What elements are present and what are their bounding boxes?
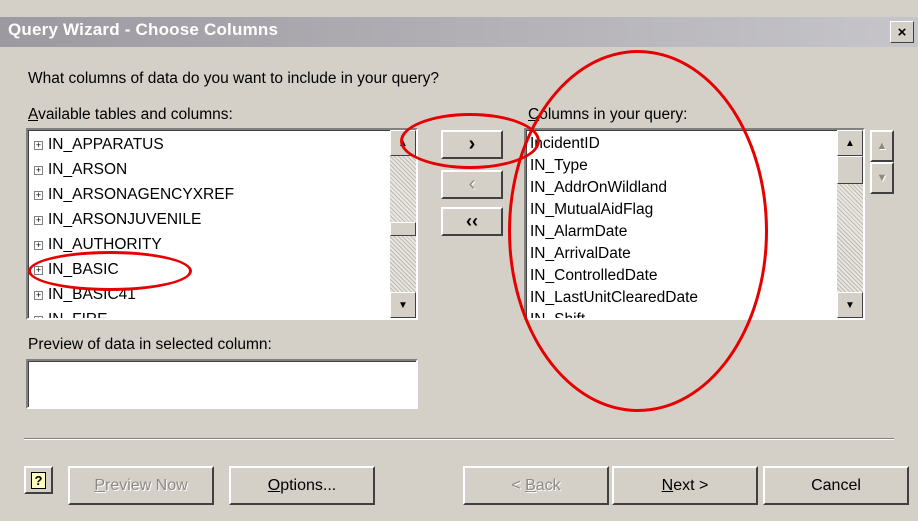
scroll-down-button[interactable]: ▼ <box>837 292 863 318</box>
available-table-label: IN_ARSONJUVENILE <box>48 211 202 228</box>
close-icon: × <box>897 23 907 41</box>
expand-icon[interactable]: + <box>34 166 43 175</box>
available-table-label: IN_ARSON <box>48 161 128 178</box>
help-button[interactable]: ? <box>24 466 53 494</box>
expand-icon[interactable]: + <box>34 266 43 275</box>
expand-icon[interactable]: + <box>34 141 43 150</box>
available-table-item[interactable]: + IN_FIRE <box>28 309 388 320</box>
back-arrow: < <box>511 476 526 494</box>
available-table-item[interactable]: + IN_BASIC <box>28 259 388 281</box>
available-table-label: IN_FIRE <box>48 311 108 320</box>
query-column-item[interactable]: IN_MutualAidFlag <box>530 200 653 220</box>
back-label: ack <box>535 476 561 494</box>
preview-now-label: review Now <box>104 476 188 494</box>
available-table-label: IN_APPARATUS <box>48 136 164 153</box>
available-table-label: IN_ARSONAGENCYXREF <box>48 186 235 203</box>
add-column-button[interactable]: › <box>441 130 503 159</box>
query-column-item[interactable]: IN_LastUnitClearedDate <box>530 288 698 308</box>
available-tables-list[interactable]: + IN_APPARATUS + IN_ARSON + IN_ARSONAGENCYXRE… <box>26 128 418 320</box>
available-table-item[interactable]: + IN_ARSONAGENCYXREF <box>28 184 388 206</box>
available-label-text: vailable tables and columns: <box>38 106 233 123</box>
scroll-down-icon: ▼ <box>398 299 408 311</box>
selected-label-accel: C <box>528 106 540 123</box>
move-down-button[interactable]: ▼ <box>870 162 894 194</box>
available-table-label: IN_AUTHORITY <box>48 236 162 253</box>
move-up-button[interactable]: ▲ <box>870 130 894 162</box>
available-table-item[interactable]: + IN_APPARATUS <box>28 134 388 156</box>
next-button[interactable]: Next > <box>612 466 758 505</box>
back-accel: B <box>525 476 536 494</box>
available-label: Available tables and columns: <box>28 106 233 124</box>
scroll-up-icon: ▲ <box>398 137 408 149</box>
move-down-icon: ▼ <box>876 172 888 184</box>
expand-icon[interactable]: + <box>34 291 43 300</box>
query-column-item[interactable]: IN_ArrivalDate <box>530 244 631 264</box>
scroll-down-icon: ▼ <box>845 299 855 311</box>
remove-all-button[interactable]: ‹‹ <box>441 207 503 236</box>
query-column-item[interactable]: IN_ControlledDate <box>530 266 658 286</box>
query-scrollbar[interactable]: ▲ ▼ <box>837 130 863 318</box>
available-table-label: IN_BASIC41 <box>48 286 136 303</box>
move-up-icon: ▲ <box>876 140 888 152</box>
scroll-thumb[interactable] <box>390 222 416 236</box>
query-column-item[interactable]: IN_Type <box>530 156 588 176</box>
divider <box>24 438 894 440</box>
options-accel: O <box>267 476 281 494</box>
remove-all-icon: ‹‹ <box>466 211 478 231</box>
scroll-thumb[interactable] <box>837 156 863 184</box>
query-column-item[interactable]: IN_AlarmDate <box>530 222 627 242</box>
add-arrow-icon: › <box>468 133 476 155</box>
expand-icon[interactable]: + <box>34 216 43 225</box>
window-title: Query Wizard - Choose Columns <box>8 20 279 39</box>
close-button[interactable]: × <box>890 21 914 43</box>
available-table-item[interactable]: + IN_BASIC41 <box>28 284 388 306</box>
available-table-label: IN_BASIC <box>48 261 119 278</box>
available-table-item[interactable]: + IN_ARSONJUVENILE <box>28 209 388 231</box>
available-table-item[interactable]: + IN_ARSON <box>28 159 388 181</box>
preview-label: Preview of data in selected column: <box>28 336 272 353</box>
expand-icon[interactable]: + <box>34 241 43 250</box>
scroll-up-button[interactable]: ▲ <box>837 130 863 156</box>
options-label: ptions... <box>280 476 337 494</box>
available-label-accel: A <box>28 106 39 123</box>
next-label: ext > <box>673 476 709 494</box>
query-column-item[interactable]: IncidentID <box>530 134 600 154</box>
back-button[interactable]: < Back <box>463 466 609 505</box>
scroll-up-button[interactable]: ▲ <box>390 130 416 156</box>
remove-arrow-icon: ‹ <box>468 173 476 195</box>
next-accel: N <box>661 476 674 494</box>
cancel-label: Cancel <box>811 476 861 494</box>
help-icon: ? <box>30 471 47 489</box>
selected-label: Columns in your query: <box>528 106 687 124</box>
available-table-item[interactable]: + IN_AUTHORITY <box>28 234 388 256</box>
cancel-button[interactable]: Cancel <box>763 466 909 505</box>
query-column-item[interactable]: IN_Shift <box>530 310 585 318</box>
title-bar: Query Wizard - Choose Columns × <box>0 17 918 47</box>
available-scrollbar[interactable]: ▲ ▼ <box>390 130 416 318</box>
prompt-text: What columns of data do you want to incl… <box>28 70 439 87</box>
remove-column-button[interactable]: ‹ <box>441 170 503 199</box>
expand-icon[interactable]: + <box>34 191 43 200</box>
scroll-down-button[interactable]: ▼ <box>390 292 416 318</box>
selected-label-text: olumns in your query: <box>539 106 688 123</box>
preview-now-button[interactable]: Preview Now <box>68 466 214 505</box>
query-columns-list[interactable]: IncidentID IN_Type IN_AddrOnWildland IN_Mut… <box>524 128 865 320</box>
options-button[interactable]: Options... <box>229 466 375 505</box>
preview-now-accel: P <box>94 476 105 494</box>
scroll-up-icon: ▲ <box>845 137 855 149</box>
expand-icon[interactable]: + <box>34 316 43 318</box>
preview-box <box>26 359 418 409</box>
query-column-item[interactable]: IN_AddrOnWildland <box>530 178 667 198</box>
